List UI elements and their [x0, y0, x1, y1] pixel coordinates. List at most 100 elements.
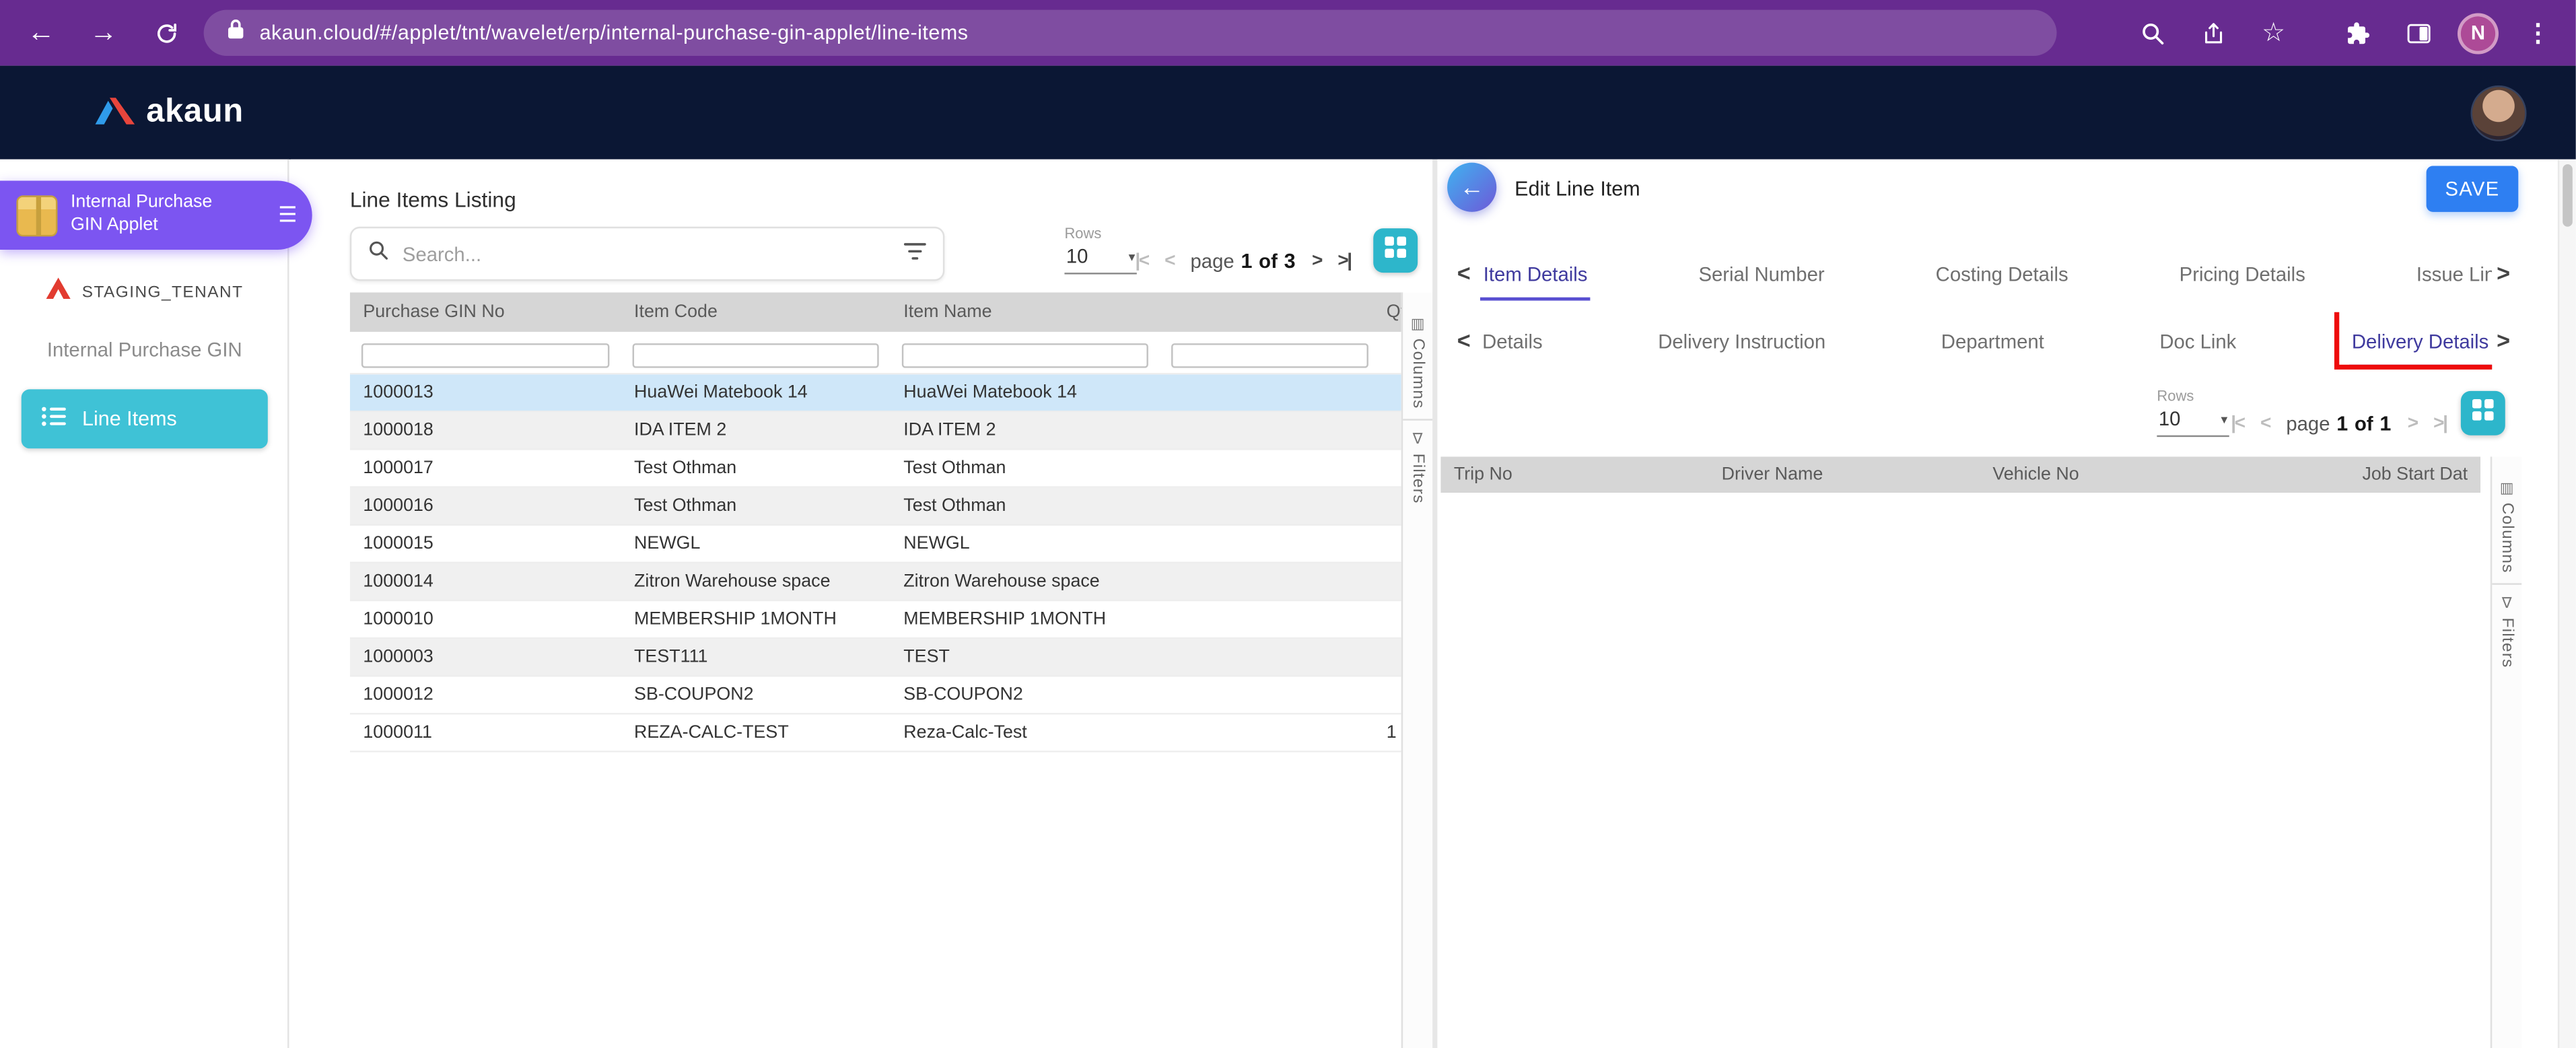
browser-profile-badge[interactable]: N — [2458, 12, 2499, 53]
page-indicator: page 1 of 1 — [2286, 413, 2391, 435]
back-icon[interactable]: ← — [20, 11, 62, 54]
column-filter-row — [350, 332, 1401, 374]
table-row[interactable]: 1000013HuaWei Matebook 14HuaWei Matebook… — [350, 374, 1401, 412]
kebab-menu-icon[interactable]: ⋮ — [2517, 11, 2559, 54]
columns-side-tab[interactable]: ▥ Columns — [2498, 470, 2516, 583]
rows-label: Rows — [2157, 388, 2235, 404]
filters-side-tab[interactable]: ∇ Filters — [1403, 419, 1432, 514]
table-row[interactable]: 1000015NEWGLNEWGL — [350, 526, 1401, 563]
sidebar-item-line-items[interactable]: Line Items — [22, 389, 268, 448]
chevron-left-icon[interactable]: < — [1452, 327, 1475, 353]
search-icon — [368, 239, 390, 269]
rows-per-page: Rows 10 ▾ — [1064, 225, 1143, 274]
line-items-panel: Line Items Listing Rows 10 ▾ |< < page 1 — [291, 160, 1432, 1048]
filter-list-icon[interactable] — [903, 239, 926, 269]
page-scrollbar — [2558, 160, 2576, 1048]
tenant-name: STAGING_TENANT — [82, 283, 244, 302]
rows-select[interactable]: 10 ▾ — [1064, 242, 1136, 275]
chevron-right-icon[interactable]: > — [2492, 327, 2515, 353]
tab-item-details[interactable]: Item Details — [1480, 247, 1591, 300]
next-page-button[interactable]: > — [1312, 251, 1321, 271]
table-row[interactable]: 1000017Test OthmanTest Othman — [350, 450, 1401, 488]
page-indicator: page 1 of 3 — [1191, 250, 1296, 273]
filter-input-col4[interactable] — [1171, 343, 1368, 368]
table-row[interactable]: 1000010MEMBERSHIP 1MONTHMEMBERSHIP 1MONT… — [350, 601, 1401, 639]
forward-icon[interactable]: → — [82, 11, 125, 54]
scrollbar-thumb[interactable] — [2563, 164, 2573, 227]
split-screen-icon[interactable] — [2397, 11, 2439, 54]
table-row[interactable]: 1000014Zitron Warehouse spaceZitron Ware… — [350, 563, 1401, 601]
table-header-row: Trip No Driver Name Vehicle No Job Start… — [1440, 456, 2480, 493]
lock-icon — [227, 18, 245, 48]
table-settings-button[interactable] — [1373, 228, 1418, 273]
pagination: |< < page 1 of 3 > >| — [1135, 250, 1350, 273]
table-side-tabs: ▥ Columns ∇ Filters — [1401, 292, 1432, 1048]
tab-details[interactable]: Details — [1480, 314, 1546, 367]
logo-text: akaun — [146, 94, 244, 131]
tab-doc-link[interactable]: Doc Link — [2156, 314, 2239, 367]
tab-delivery-instruction[interactable]: Delivery Instruction — [1655, 314, 1829, 367]
chevron-left-icon[interactable]: < — [1452, 260, 1475, 286]
table-row[interactable]: 1000003TEST111TEST — [350, 639, 1401, 676]
rows-per-page: Rows 10 ▾ — [2157, 388, 2235, 437]
last-page-button[interactable]: >| — [1337, 251, 1350, 271]
tab-costing-details[interactable]: Costing Details — [1933, 247, 2072, 300]
search-input[interactable] — [403, 242, 891, 265]
prev-page-button[interactable]: < — [2260, 414, 2270, 433]
tab-department[interactable]: Department — [1938, 314, 2048, 367]
sidebar: Internal Purchase GIN Applet ☰ STAGING_T… — [0, 160, 289, 1048]
akaun-logo-icon — [96, 92, 135, 133]
search-icon[interactable] — [2130, 11, 2173, 54]
grid-icon — [1385, 236, 1406, 265]
columns-icon: ▥ — [2500, 480, 2514, 498]
filter-funnel-icon: ∇ — [1413, 430, 1423, 448]
arrow-left-icon: ← — [1459, 173, 1484, 201]
table-row[interactable]: 1000012SB-COUPON2SB-COUPON2 — [350, 676, 1401, 714]
tenant-selector[interactable]: STAGING_TENANT — [0, 277, 289, 307]
table-row[interactable]: 1000011REZA-CALC-TESTReza-Calc-Test1 — [350, 715, 1401, 753]
save-button[interactable]: SAVE — [2427, 166, 2519, 211]
table-row[interactable]: 1000018IDA ITEM 2IDA ITEM 2 — [350, 413, 1401, 450]
panel-title: Edit Line Item — [1515, 178, 1640, 201]
table-row[interactable]: 1000016Test OthmanTest Othman — [350, 488, 1401, 526]
prev-page-button[interactable]: < — [1164, 251, 1174, 271]
filter-input-item-name[interactable] — [902, 343, 1148, 368]
back-button[interactable]: ← — [1447, 163, 1496, 212]
applet-box-icon — [16, 195, 57, 236]
chevron-down-icon: ▾ — [1129, 249, 1136, 264]
akaun-logo[interactable]: akaun — [96, 92, 244, 133]
filter-input-item-code[interactable] — [633, 343, 879, 368]
extensions-icon[interactable] — [2336, 11, 2378, 54]
share-icon[interactable] — [2192, 11, 2234, 54]
bookmark-star-icon[interactable]: ☆ — [2252, 11, 2295, 54]
tab-issue-link[interactable]: Issue Lin — [2413, 247, 2492, 300]
next-page-button[interactable]: > — [2408, 414, 2417, 433]
tab-pricing-details[interactable]: Pricing Details — [2176, 247, 2309, 300]
tab-serial-number[interactable]: Serial Number — [1696, 247, 1828, 300]
reload-icon[interactable] — [145, 11, 187, 54]
first-page-button[interactable]: |< — [2231, 414, 2243, 433]
browser-actions: ☆ N ⋮ — [2130, 11, 2559, 54]
first-page-button[interactable]: |< — [1135, 251, 1148, 271]
hamburger-menu-icon[interactable]: ☰ — [278, 202, 297, 228]
tab-strip-primary: < Item Details Serial Number Costing Det… — [1437, 245, 2557, 302]
browser-chrome: ← → akaun.cloud/#/applet/tnt/wavelet/erp… — [0, 0, 2576, 66]
col-item-code: Item Code — [621, 302, 891, 322]
rows-label: Rows — [1064, 225, 1143, 241]
last-page-button[interactable]: >| — [2433, 414, 2446, 433]
col-item-name: Item Name — [891, 302, 1160, 322]
chevron-right-icon[interactable]: > — [2492, 260, 2515, 286]
tab-delivery-details[interactable]: Delivery Details — [2348, 314, 2492, 367]
address-bar[interactable]: akaun.cloud/#/applet/tnt/wavelet/erp/int… — [204, 10, 2057, 56]
filter-funnel-icon: ∇ — [2502, 594, 2512, 613]
list-icon — [41, 406, 67, 432]
columns-side-tab[interactable]: ▥ Columns — [1409, 306, 1427, 419]
table-settings-button[interactable] — [2461, 391, 2505, 435]
rows-select[interactable]: 10 ▾ — [2157, 404, 2229, 437]
filter-input-gin-no[interactable] — [361, 343, 610, 368]
applet-badge[interactable]: Internal Purchase GIN Applet ☰ — [0, 180, 312, 250]
tab-strip-secondary: < Details Delivery Instruction Departmen… — [1437, 312, 2557, 370]
user-avatar[interactable] — [2471, 85, 2527, 141]
filters-side-tab[interactable]: ∇ Filters — [2492, 583, 2521, 678]
tenant-logo-icon — [46, 277, 71, 307]
